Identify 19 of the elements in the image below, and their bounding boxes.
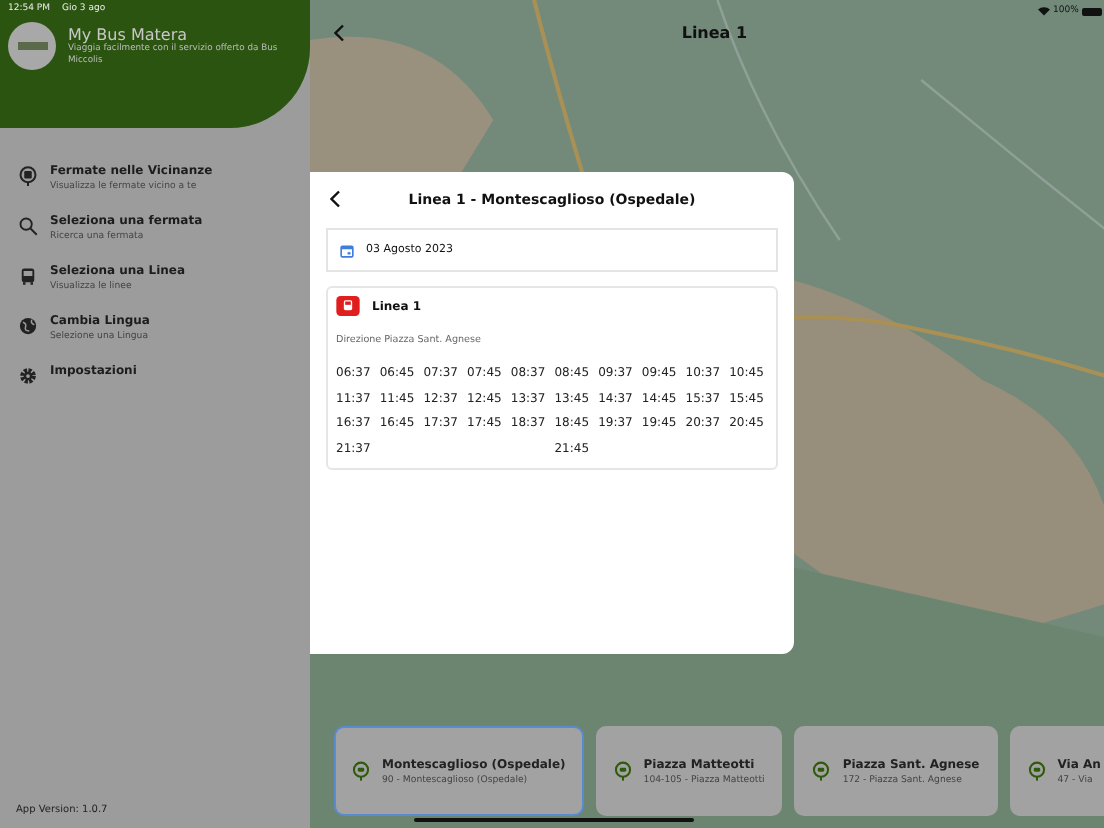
wifi-icon xyxy=(1037,6,1050,16)
settings-icon xyxy=(18,366,38,386)
bus-icon xyxy=(18,266,38,286)
globe-icon xyxy=(18,316,38,336)
bus-stop-pin-icon xyxy=(1027,760,1046,782)
bus-stop-icon xyxy=(18,166,38,186)
bus-stop-pin-icon xyxy=(352,760,370,782)
back-button[interactable] xyxy=(326,186,346,212)
bus-stop-pin-icon xyxy=(812,760,831,782)
calendar-icon xyxy=(340,243,354,257)
app-name: My Bus Matera xyxy=(68,25,188,44)
back-icon xyxy=(334,24,346,42)
search-icon xyxy=(18,216,38,236)
page-title: Linea 1 xyxy=(681,24,748,42)
bus-stop-pin-icon xyxy=(613,760,632,782)
back-button[interactable] xyxy=(330,20,350,46)
bus-icon xyxy=(336,296,360,316)
back-icon xyxy=(330,190,342,208)
battery-icon xyxy=(1082,7,1103,15)
